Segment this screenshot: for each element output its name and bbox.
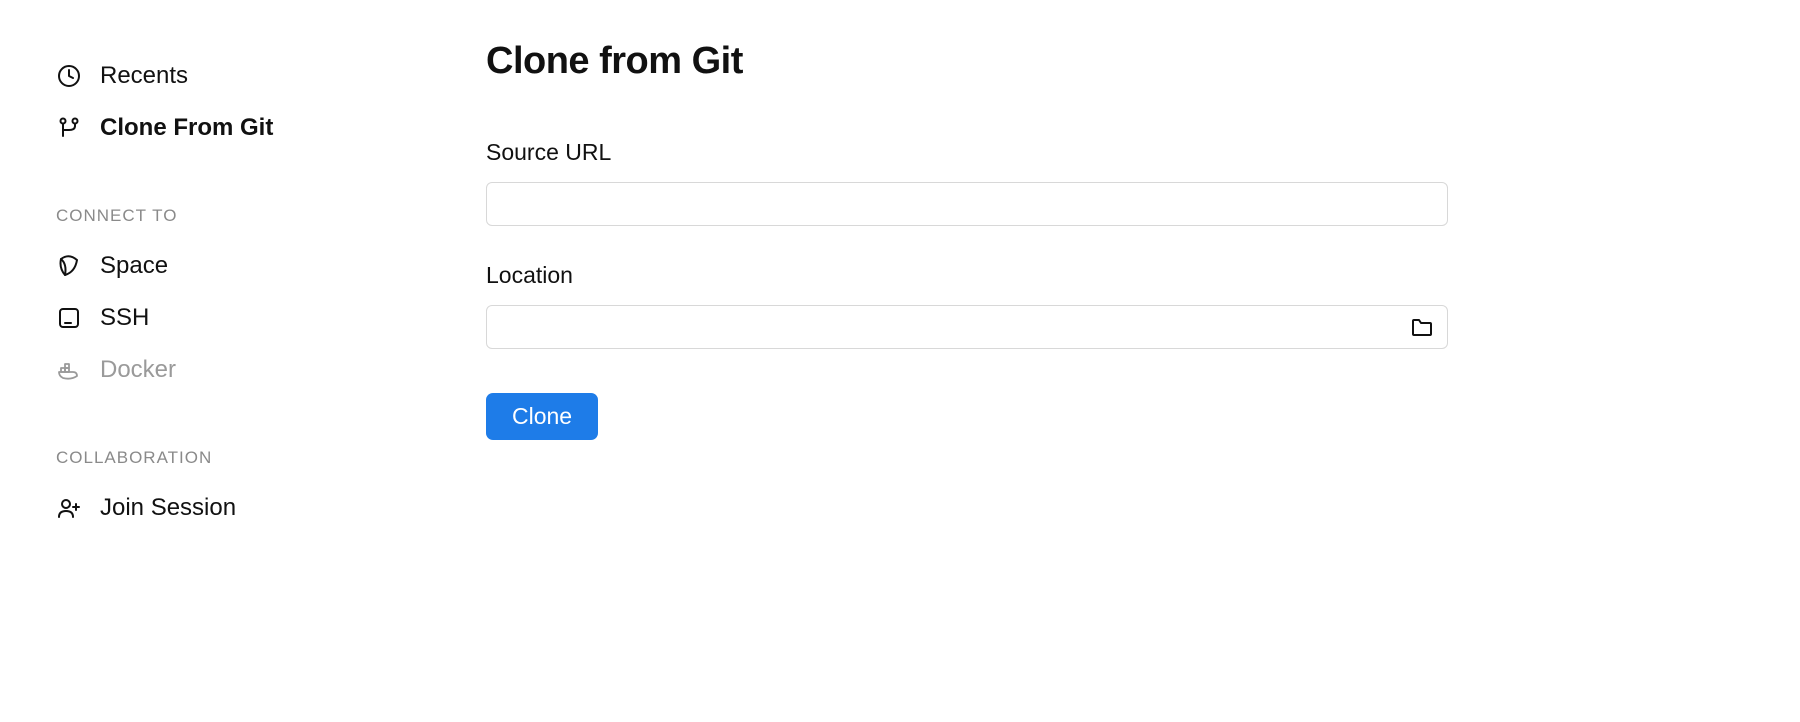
sidebar-item-ssh[interactable]: SSH: [56, 292, 460, 344]
sidebar-item-docker[interactable]: Docker: [56, 344, 460, 396]
sidebar-item-space[interactable]: Space: [56, 240, 460, 292]
section-header-connect-to: CONNECT TO: [56, 206, 460, 226]
sidebar-item-label: Space: [100, 252, 168, 280]
field-source-url: Source URL: [486, 139, 1744, 226]
terminal-icon: [56, 305, 82, 331]
user-plus-icon: [56, 495, 82, 521]
clock-icon: [56, 63, 82, 89]
folder-icon[interactable]: [1410, 315, 1434, 339]
source-url-input[interactable]: [486, 182, 1448, 226]
source-url-label: Source URL: [486, 139, 1744, 166]
field-location: Location: [486, 262, 1744, 349]
sidebar-item-label: Join Session: [100, 494, 236, 522]
sidebar-item-label: SSH: [100, 304, 149, 332]
sidebar-item-label: Clone From Git: [100, 114, 273, 142]
sidebar-item-label: Docker: [100, 356, 176, 384]
sidebar-item-label: Recents: [100, 62, 188, 90]
sidebar-item-clone-from-git[interactable]: Clone From Git: [56, 102, 460, 154]
location-label: Location: [486, 262, 1744, 289]
git-branch-icon: [56, 115, 82, 141]
clone-button[interactable]: Clone: [486, 393, 598, 440]
sidebar: Recents Clone From Git CONNECT TO Space: [0, 0, 460, 722]
sidebar-item-recents[interactable]: Recents: [56, 50, 460, 102]
location-input[interactable]: [486, 305, 1448, 349]
page-title: Clone from Git: [486, 40, 1744, 83]
sidebar-item-join-session[interactable]: Join Session: [56, 482, 460, 534]
space-icon: [56, 253, 82, 279]
docker-icon: [56, 357, 82, 383]
section-header-collaboration: COLLABORATION: [56, 448, 460, 468]
main-content: Clone from Git Source URL Location Clone: [460, 0, 1800, 722]
